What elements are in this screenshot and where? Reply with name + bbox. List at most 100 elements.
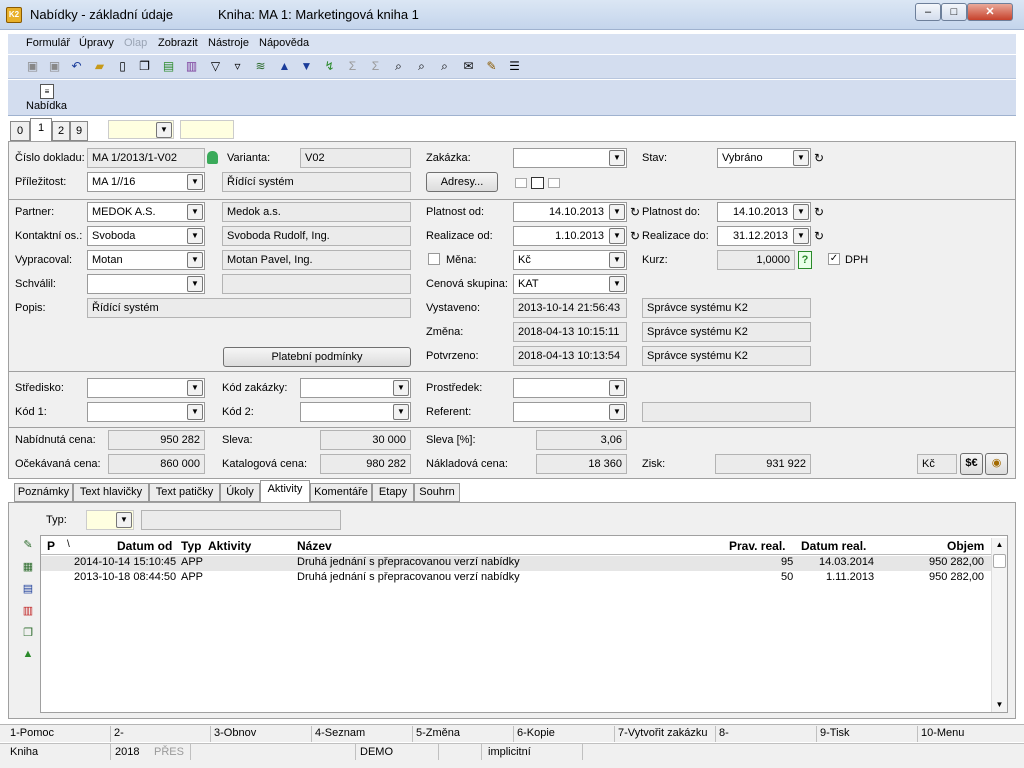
fkey-3[interactable]: 3-Obnov: [214, 727, 256, 739]
offer-button-label[interactable]: Nabídka: [26, 100, 67, 112]
col-aktivity[interactable]: Aktivity: [208, 539, 251, 553]
lock-row-icon[interactable]: ▲: [20, 648, 36, 662]
menu-zobrazit[interactable]: Zobrazit: [158, 37, 198, 49]
search-binoculars-icon[interactable]: ⌕: [390, 58, 407, 75]
save-all-icon[interactable]: ▣: [46, 58, 63, 75]
tab-poznamky[interactable]: Poznámky: [14, 483, 73, 502]
book-icon[interactable]: ▥: [183, 58, 200, 75]
col-sort[interactable]: \: [67, 539, 70, 550]
tab-text-hlavicky[interactable]: Text hlavičky: [73, 483, 149, 502]
top-filter-select[interactable]: ▼: [108, 120, 174, 139]
schvalil-select[interactable]: ▼: [87, 274, 205, 294]
edit-notes-icon[interactable]: ✎: [483, 58, 500, 75]
vypracoval-select[interactable]: Motan ▼: [87, 250, 205, 270]
align-center-icon[interactable]: [531, 177, 544, 189]
kurz-field[interactable]: 1,0000: [717, 250, 795, 270]
table-row[interactable]: 2013-10-18 08:44:50 APP Druhá jednání s …: [41, 571, 991, 586]
col-prav-real[interactable]: Prav. real.: [729, 539, 785, 553]
platnost-do-field[interactable]: 14.10.2013 ▼: [717, 202, 811, 222]
tab-1[interactable]: 1: [30, 118, 52, 141]
kod-zakazky-select[interactable]: ▼: [300, 378, 411, 398]
sleva-pct-field[interactable]: 3,06: [536, 430, 627, 450]
mena-select[interactable]: Kč ▼: [513, 250, 627, 270]
filter-icon[interactable]: ▽: [207, 58, 224, 75]
fkey-5[interactable]: 5-Změna: [416, 727, 460, 739]
maximize-button[interactable]: □: [941, 3, 967, 21]
col-datum-od[interactable]: Datum od: [117, 539, 172, 553]
fkey-10[interactable]: 10-Menu: [921, 727, 964, 739]
stav-select[interactable]: Vybráno ▼: [717, 148, 811, 168]
menu-nastroje[interactable]: Nástroje: [208, 37, 249, 49]
kontaktni-select[interactable]: Svoboda ▼: [87, 226, 205, 246]
offer-document-icon[interactable]: ≡: [40, 84, 54, 99]
fkey-6[interactable]: 6-Kopie: [517, 727, 555, 739]
history-icon[interactable]: ↻: [630, 205, 640, 219]
menu-formular[interactable]: Formulář: [26, 37, 70, 49]
arrow-up-icon[interactable]: ▲: [276, 58, 293, 75]
align-left-icon[interactable]: [515, 178, 527, 188]
copy-document-icon[interactable]: ❐: [136, 58, 153, 75]
close-button[interactable]: ✕: [967, 3, 1013, 21]
kod1-select[interactable]: ▼: [87, 402, 205, 422]
fkey-8[interactable]: 8-: [719, 727, 729, 739]
mena-checkbox[interactable]: [428, 253, 440, 265]
arrow-down-icon[interactable]: ▼: [298, 58, 315, 75]
sleva-field[interactable]: 30 000: [320, 430, 411, 450]
menu-olap[interactable]: Olap: [124, 37, 147, 49]
popis-field[interactable]: Řídící systém: [87, 298, 411, 318]
new-document-icon[interactable]: ▯: [114, 58, 131, 75]
cenova-skupina-select[interactable]: KAT ▼: [513, 274, 627, 294]
scroll-down-icon[interactable]: ▼: [992, 698, 1007, 712]
tab-komentare[interactable]: Komentáře: [310, 483, 372, 502]
realizace-do-field[interactable]: 31.12.2013 ▼: [717, 226, 811, 246]
filter-document-icon[interactable]: ▿: [229, 58, 246, 75]
col-nazev[interactable]: Název: [297, 539, 332, 553]
sort-icon[interactable]: ↯: [321, 58, 338, 75]
col-objem[interactable]: Objem: [947, 539, 984, 553]
partner-select[interactable]: MEDOK A.S. ▼: [87, 202, 205, 222]
help-question-icon[interactable]: ?: [798, 251, 812, 269]
coins-icon[interactable]: ◉: [985, 453, 1008, 475]
menu-upravy[interactable]: Úpravy: [79, 37, 114, 49]
adresy-button[interactable]: Adresy...: [426, 172, 498, 192]
top-filter-input[interactable]: [180, 120, 234, 139]
history-icon[interactable]: ↻: [814, 151, 824, 165]
fkey-7[interactable]: 7-Vytvořit zakázku: [618, 727, 707, 739]
history-icon[interactable]: ↻: [630, 229, 640, 243]
col-datum-real[interactable]: Datum real.: [801, 539, 866, 553]
scroll-thumb[interactable]: [993, 554, 1006, 568]
edit-icon[interactable]: ✎: [20, 538, 36, 552]
stack-icon[interactable]: ≋: [252, 58, 269, 75]
realizace-od-field[interactable]: 1.10.2013 ▼: [513, 226, 627, 246]
varianta-field[interactable]: V02: [300, 148, 411, 168]
stredisko-select[interactable]: ▼: [87, 378, 205, 398]
tab-2[interactable]: 2: [52, 121, 70, 141]
history-icon[interactable]: ↻: [814, 229, 824, 243]
align-right-icon[interactable]: [548, 178, 560, 188]
sum-icon[interactable]: Σ: [344, 58, 361, 75]
cislo-dokladu-field[interactable]: MA 1/2013/1-V02: [87, 148, 205, 168]
fkey-9[interactable]: 9-Tisk: [820, 727, 850, 739]
save-icon[interactable]: ▣: [24, 58, 41, 75]
minimize-button[interactable]: –: [915, 3, 941, 21]
tab-text-paticky[interactable]: Text patičky: [149, 483, 220, 502]
kod2-select[interactable]: ▼: [300, 402, 411, 422]
fkey-4[interactable]: 4-Seznam: [315, 727, 365, 739]
tab-aktivity[interactable]: Aktivity: [260, 480, 310, 503]
history-icon[interactable]: ↻: [814, 205, 824, 219]
fkey-1[interactable]: 1-Pomoc: [10, 727, 54, 739]
search-next-icon[interactable]: ⌕: [413, 58, 430, 75]
tab-souhrn[interactable]: Souhrn: [414, 483, 460, 502]
platnost-od-field[interactable]: 14.10.2013 ▼: [513, 202, 627, 222]
open-folder-icon[interactable]: ▰: [91, 58, 108, 75]
undo-icon[interactable]: ↶: [68, 58, 85, 75]
tab-0[interactable]: 0: [10, 121, 30, 141]
menu-napoveda[interactable]: Nápověda: [259, 37, 309, 49]
scroll-up-icon[interactable]: ▲: [992, 538, 1007, 552]
lock-icon[interactable]: ▤: [160, 58, 177, 75]
menu-lines-icon[interactable]: ☰: [506, 58, 523, 75]
table-row[interactable]: 2014-10-14 15:10:45 APP Druhá jednání s …: [41, 556, 991, 571]
col-p[interactable]: P: [47, 539, 55, 553]
fkey-2[interactable]: 2-: [114, 727, 124, 739]
tab-ukoly[interactable]: Úkoly: [220, 483, 260, 502]
